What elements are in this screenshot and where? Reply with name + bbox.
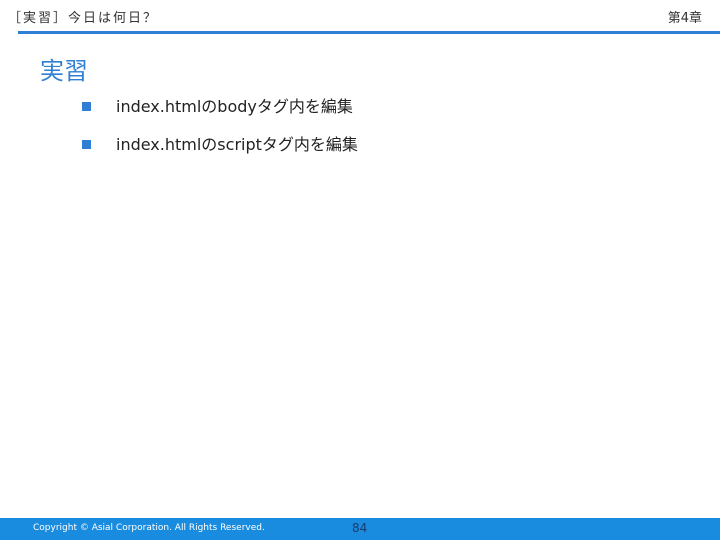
square-bullet-icon: [82, 140, 91, 149]
square-bullet-icon: [82, 102, 91, 111]
slide: ［実習］今日は何日？ 第4章 実習 index.htmlのbodyタグ内を編集 …: [0, 0, 720, 540]
slide-title: 実習: [40, 57, 88, 85]
bullet-text: index.htmlのbodyタグ内を編集: [116, 97, 353, 116]
chapter-label: 第4章: [667, 11, 702, 26]
bullet-text: index.htmlのscriptタグ内を編集: [116, 135, 358, 154]
header-divider: [18, 31, 720, 34]
page-number: 84: [352, 521, 368, 535]
header-title: ［実習］今日は何日？: [8, 11, 159, 26]
footer-copyright: Copyright © Asial Corporation. All Right…: [33, 523, 265, 533]
footer-bar: Copyright © Asial Corporation. All Right…: [0, 518, 720, 540]
